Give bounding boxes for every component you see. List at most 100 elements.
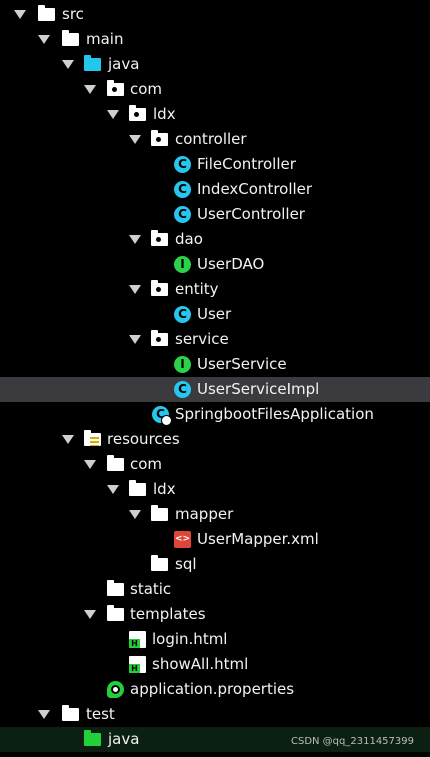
tree-item-res-com[interactable]: com [0, 452, 430, 477]
tree-item-label: showAll.html [152, 655, 249, 673]
tree-item-label: templates [130, 605, 206, 623]
tree-item-templates[interactable]: templates [0, 602, 430, 627]
tree-item-main[interactable]: main [0, 27, 430, 52]
tree-item-label: controller [175, 130, 247, 148]
tree-item-label: application.properties [130, 680, 295, 698]
class-icon: C [174, 206, 191, 223]
class-icon: C [174, 181, 191, 198]
tree-item-label: static [130, 580, 172, 598]
tree-item-label: main [86, 30, 124, 48]
tree-item-show-all-html[interactable]: H showAll.html [0, 652, 430, 677]
tree-item-com[interactable]: com [0, 77, 430, 102]
chevron-down-icon[interactable] [107, 110, 119, 119]
tree-item-user-dao[interactable]: I UserDAO [0, 252, 430, 277]
package-icon [151, 280, 168, 296]
tree-item-entity[interactable]: entity [0, 277, 430, 302]
tree-item-label: src [62, 5, 84, 23]
tree-item-label: FileController [197, 155, 296, 173]
tree-item-label: IndexController [197, 180, 313, 198]
tree-item-user[interactable]: C User [0, 302, 430, 327]
tree-item-user-service[interactable]: I UserService [0, 352, 430, 377]
xml-file-icon: <> [174, 531, 191, 548]
tree-item-user-service-impl[interactable]: C UserServiceImpl [0, 377, 430, 402]
tree-item-resources[interactable]: resources [0, 427, 430, 452]
tree-item-user-controller[interactable]: C UserController [0, 202, 430, 227]
tree-item-file-controller[interactable]: C FileController [0, 152, 430, 177]
package-icon [151, 230, 168, 246]
chevron-down-icon[interactable] [84, 610, 96, 619]
tree-item-mapper[interactable]: mapper [0, 502, 430, 527]
chevron-down-icon[interactable] [38, 710, 50, 719]
chevron-down-icon[interactable] [14, 10, 26, 19]
tree-item-label: UserService [197, 355, 287, 373]
tree-item-controller[interactable]: controller [0, 127, 430, 152]
html-file-icon: H [129, 631, 146, 648]
tree-item-login-html[interactable]: H login.html [0, 627, 430, 652]
tree-item-sql[interactable]: sql [0, 552, 430, 577]
tree-item-label: resources [107, 430, 180, 448]
test-source-folder-icon [84, 730, 101, 746]
tree-item-ldx[interactable]: ldx [0, 102, 430, 127]
chevron-down-icon[interactable] [129, 235, 141, 244]
folder-icon [129, 480, 146, 496]
folder-icon [107, 580, 124, 596]
class-icon: C [174, 306, 191, 323]
tree-item-label: java [108, 55, 140, 73]
tree-item-springboot-application[interactable]: C SpringbootFilesApplication [0, 402, 430, 427]
html-file-icon: H [129, 656, 146, 673]
chevron-down-icon[interactable] [62, 435, 74, 444]
tree-item-index-controller[interactable]: C IndexController [0, 177, 430, 202]
chevron-down-icon[interactable] [129, 285, 141, 294]
tree-item-user-mapper-xml[interactable]: <> UserMapper.xml [0, 527, 430, 552]
chevron-down-icon[interactable] [84, 85, 96, 94]
tree-item-label: ldx [153, 480, 176, 498]
properties-file-icon [107, 681, 124, 698]
tree-item-label: service [175, 330, 229, 348]
folder-icon [107, 455, 124, 471]
chevron-down-icon[interactable] [38, 35, 50, 44]
chevron-down-icon[interactable] [107, 485, 119, 494]
tree-item-label: com [130, 80, 163, 98]
tree-item-label: UserServiceImpl [197, 380, 320, 398]
tree-item-label: User [197, 305, 232, 323]
tree-item-dao[interactable]: dao [0, 227, 430, 252]
tree-item-res-ldx[interactable]: ldx [0, 477, 430, 502]
tree-item-test[interactable]: test [0, 702, 430, 727]
spring-boot-class-icon: C [152, 406, 172, 426]
chevron-down-icon[interactable] [62, 60, 74, 69]
chevron-down-icon[interactable] [129, 135, 141, 144]
folder-icon [151, 505, 168, 521]
class-icon: C [174, 381, 191, 398]
watermark: CSDN @qq_2311457399 [290, 736, 414, 747]
project-tree: src main java com ldx controller C FileC… [0, 2, 430, 752]
interface-icon: I [174, 256, 191, 273]
package-icon [151, 130, 168, 146]
tree-item-src[interactable]: src [0, 2, 430, 27]
folder-icon [62, 705, 79, 721]
tree-item-static[interactable]: static [0, 577, 430, 602]
chevron-down-icon[interactable] [129, 510, 141, 519]
folder-icon [38, 5, 55, 21]
tree-item-label: java [108, 730, 140, 748]
folder-icon [107, 605, 124, 621]
tree-item-label: UserController [197, 205, 305, 223]
tree-item-label: UserDAO [197, 255, 265, 273]
tree-item-label: UserMapper.xml [197, 530, 319, 548]
tree-item-java[interactable]: java [0, 52, 430, 77]
tree-item-label: SpringbootFilesApplication [175, 405, 374, 423]
folder-icon [151, 555, 168, 571]
tree-item-label: com [130, 455, 163, 473]
chevron-down-icon[interactable] [129, 335, 141, 344]
folder-icon [62, 30, 79, 46]
tree-item-service[interactable]: service [0, 327, 430, 352]
package-icon [107, 80, 124, 96]
source-folder-icon [84, 55, 101, 71]
tree-item-application-properties[interactable]: application.properties [0, 677, 430, 702]
tree-item-label: ldx [153, 105, 176, 123]
package-icon [129, 105, 146, 121]
tree-item-label: sql [175, 555, 197, 573]
tree-item-label: test [86, 705, 115, 723]
interface-icon: I [174, 356, 191, 373]
resources-folder-icon [84, 430, 101, 446]
chevron-down-icon[interactable] [84, 460, 96, 469]
